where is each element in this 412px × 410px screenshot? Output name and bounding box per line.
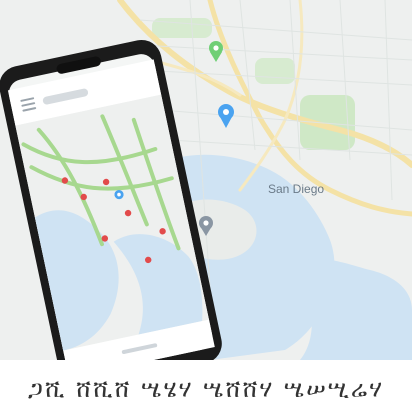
caption: ጋሺ ሸሺሸ ሤሄሃ ሤሸሸሃ ሤሠሢሬሃ <box>28 375 384 403</box>
photo-scene: San Diego ጋሺ ሸሺሸ ሤሄሃ ሤሸሸሃ ሤሠሢሬሃ <box>0 0 412 410</box>
map-label-san-diego: San Diego <box>268 182 324 196</box>
park-area <box>255 58 295 84</box>
park-area <box>152 18 212 38</box>
photo-frame: San Diego <box>0 0 412 360</box>
